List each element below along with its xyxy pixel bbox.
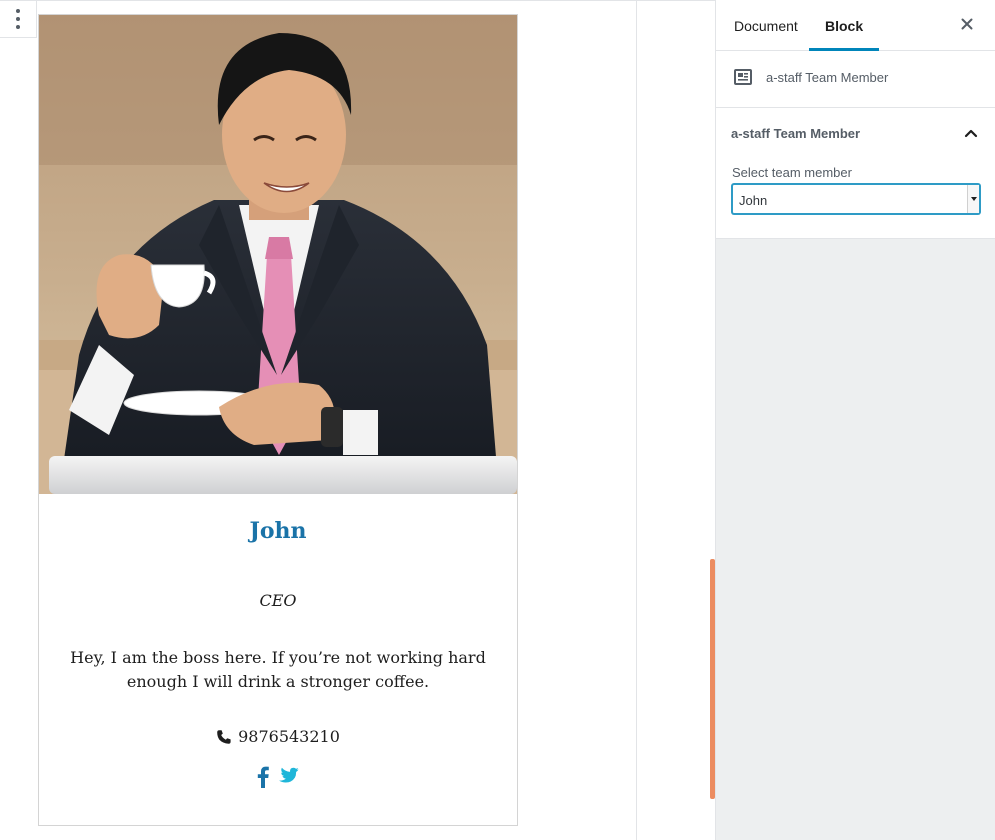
- sidebar-tabs: Document Block: [716, 0, 995, 51]
- team-member-panel: a-staff Team Member Select team member J…: [716, 108, 995, 239]
- phone-icon: [216, 729, 232, 745]
- team-member-select[interactable]: John: [732, 184, 980, 214]
- select-label: Select team member: [732, 165, 852, 180]
- facebook-icon[interactable]: [257, 766, 269, 793]
- select-value: John: [739, 193, 768, 208]
- tab-block[interactable]: Block: [809, 0, 880, 51]
- phone-number: 9876543210: [238, 727, 340, 746]
- more-dot: [16, 25, 20, 29]
- block-card: a-staff Team Member: [716, 51, 995, 108]
- editor-canvas: John CEO Hey, I am the boss here. If you…: [0, 0, 715, 840]
- close-sidebar-button[interactable]: [952, 12, 982, 40]
- team-member-card[interactable]: John CEO Hey, I am the boss here. If you…: [38, 14, 518, 826]
- tab-document[interactable]: Document: [718, 0, 814, 50]
- close-icon: [961, 17, 973, 35]
- block-card-title: a-staff Team Member: [766, 70, 889, 85]
- more-dot: [16, 17, 20, 21]
- editor-divider: [636, 1, 637, 840]
- social-links: [39, 766, 517, 793]
- chevron-up-icon: [964, 126, 978, 145]
- member-role: CEO: [259, 591, 297, 610]
- member-bio: Hey, I am the boss here. If you’re not w…: [70, 648, 486, 691]
- member-phone: 9876543210: [39, 727, 517, 746]
- more-options-button[interactable]: [0, 1, 37, 38]
- twitter-icon[interactable]: [275, 767, 299, 792]
- panel-toggle-button[interactable]: a-staff Team Member: [716, 108, 995, 158]
- member-photo: [39, 15, 517, 494]
- more-dot: [16, 9, 20, 13]
- settings-sidebar: Document Block a-staff Team Member a-sta…: [715, 0, 995, 840]
- panel-title: a-staff Team Member: [731, 126, 861, 141]
- member-name: John: [249, 518, 307, 544]
- chevron-down-icon: [967, 185, 979, 213]
- id-card-icon: [734, 69, 752, 90]
